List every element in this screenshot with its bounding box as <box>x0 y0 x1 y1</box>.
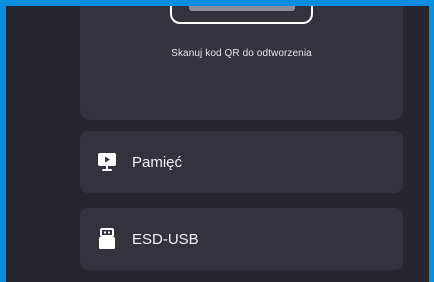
menu-item-pamiec[interactable]: Pamięć <box>80 131 403 193</box>
qr-caption: Skanuj kod QR do odtworzenia <box>171 48 312 59</box>
media-player-icon <box>96 150 118 174</box>
menu-item-label: ESD-USB <box>132 230 199 248</box>
menu-item-esd-usb[interactable]: ESD-USB <box>80 208 403 270</box>
usb-drive-icon <box>96 227 118 251</box>
qr-card: Skanuj kod QR do odtworzenia <box>80 6 403 120</box>
qr-code-image <box>189 6 295 11</box>
screen-frame: Skanuj kod QR do odtworzenia Pamięć ESD-… <box>0 0 434 282</box>
menu-item-label: Pamięć <box>132 153 183 171</box>
